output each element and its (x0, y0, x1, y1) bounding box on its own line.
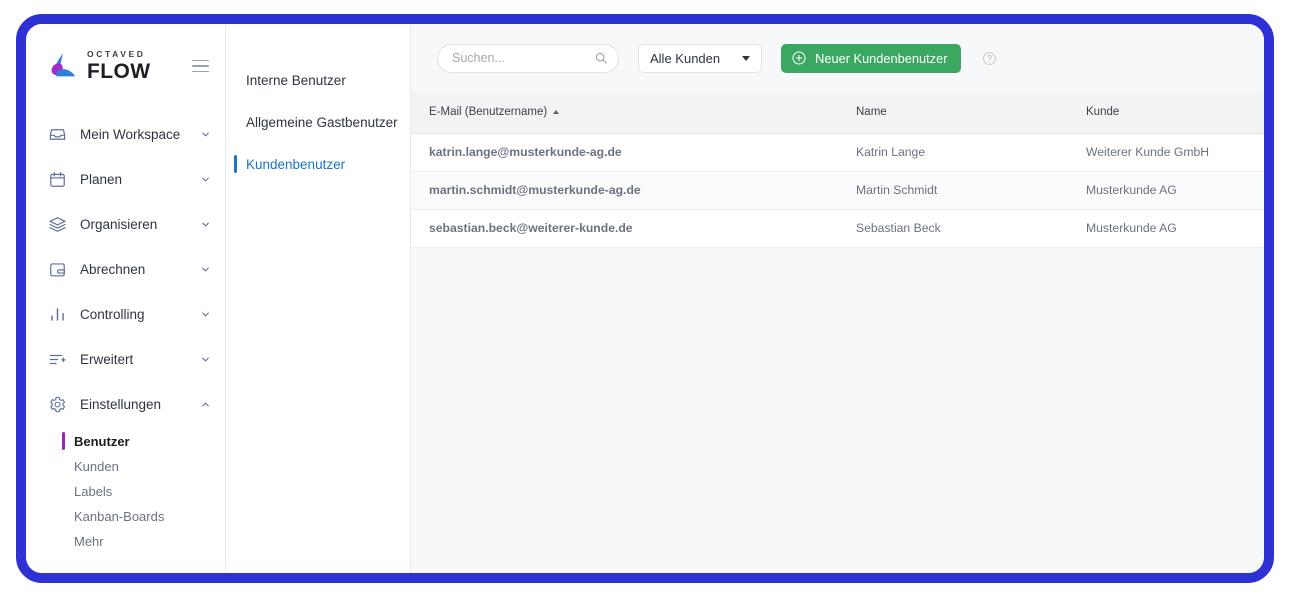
chevron-down-icon (742, 56, 750, 61)
sidebar-subitem-kunden[interactable]: Kunden (26, 454, 225, 479)
sort-ascending-icon (553, 110, 559, 114)
cell-name: Katrin Lange (844, 133, 1074, 171)
column-header-email[interactable]: E-Mail (Benutzername) (411, 92, 844, 133)
inbox-icon (48, 125, 67, 144)
sidebar-subitem-labels[interactable]: Labels (26, 479, 225, 504)
brand-row: OCTAVED FLOW (26, 24, 225, 108)
sidebar-subitem-mehr[interactable]: Mehr (26, 529, 225, 554)
sidebar-item-label: Erweitert (80, 352, 187, 367)
sidebar-nav: Mein Workspace Planen (26, 108, 225, 554)
chevron-up-icon[interactable] (200, 399, 211, 410)
sidebar-item-controlling[interactable]: Controlling (26, 292, 225, 337)
sidebar-subitem-label: Kunden (74, 459, 119, 474)
cell-email: martin.schmidt@musterkunde-ag.de (411, 171, 844, 209)
chevron-down-icon[interactable] (200, 129, 211, 140)
cell-email: katrin.lange@musterkunde-ag.de (411, 133, 844, 171)
hamburger-menu-icon[interactable] (190, 56, 211, 77)
layers-icon (48, 215, 67, 234)
main-content: Alle Kunden Neuer Kundenbenutzer (411, 24, 1264, 573)
brand-logo-group[interactable]: OCTAVED FLOW (48, 50, 150, 82)
table-row[interactable]: sebastian.beck@weiterer-kunde.de Sebasti… (411, 209, 1264, 247)
search-icon[interactable] (594, 51, 608, 65)
cell-email: sebastian.beck@weiterer-kunde.de (411, 209, 844, 247)
cell-name: Martin Schmidt (844, 171, 1074, 209)
column-header-name-label: Name (856, 106, 887, 118)
sidebar-item-label: Controlling (80, 307, 187, 322)
secondary-nav-column: Interne Benutzer Allgemeine Gastbenutzer… (226, 24, 411, 573)
list-plus-icon (48, 350, 67, 369)
sidebar-subitem-label: Labels (74, 484, 112, 499)
cell-kunde: Weiterer Kunde GmbH (1074, 133, 1264, 171)
bar-chart-icon (48, 305, 67, 324)
table-row[interactable]: martin.schmidt@musterkunde-ag.de Martin … (411, 171, 1264, 209)
sidebar-item-erweitert[interactable]: Erweitert (26, 337, 225, 382)
subnav-item-label: Interne Benutzer (246, 73, 346, 88)
kunden-filter-label: Alle Kunden (650, 51, 720, 66)
sidebar-item-label: Organisieren (80, 217, 187, 232)
table-header: E-Mail (Benutzername) Name (411, 92, 1264, 133)
sidebar-item-abrechnen[interactable]: Abrechnen (26, 247, 225, 292)
brand-text: OCTAVED FLOW (87, 50, 150, 82)
hamburger-line (192, 60, 209, 62)
wallet-icon (48, 260, 67, 279)
sidebar-subitem-benutzer[interactable]: Benutzer (26, 429, 225, 454)
users-table: E-Mail (Benutzername) Name (411, 92, 1264, 248)
sidebar-item-label: Einstellungen (80, 397, 187, 412)
brand-bottom-text: FLOW (87, 61, 150, 82)
table-header-row: E-Mail (Benutzername) Name (411, 92, 1264, 133)
subnav-item-interne-benutzer[interactable]: Interne Benutzer (226, 64, 410, 96)
search-input[interactable] (452, 51, 588, 65)
sidebar-subitem-kanban-boards[interactable]: Kanban-Boards (26, 504, 225, 529)
chevron-down-icon[interactable] (200, 264, 211, 275)
calendar-icon (48, 170, 67, 189)
sidebar-item-organisieren[interactable]: Organisieren (26, 202, 225, 247)
subnav-item-label: Allgemeine Gastbenutzer (246, 115, 398, 130)
sidebar-item-label: Abrechnen (80, 262, 187, 277)
hamburger-line (192, 71, 209, 73)
subnav-item-kundenbenutzer[interactable]: Kundenbenutzer (226, 148, 410, 180)
chevron-down-icon[interactable] (200, 174, 211, 185)
sidebar-subitem-label: Benutzer (74, 434, 130, 449)
hamburger-line (192, 65, 209, 67)
subnav-item-label: Kundenbenutzer (246, 157, 345, 172)
chevron-down-icon[interactable] (200, 309, 211, 320)
brand-top-text: OCTAVED (87, 50, 150, 59)
cell-kunde: Musterkunde AG (1074, 171, 1264, 209)
octaved-flow-logo-icon (48, 51, 78, 81)
sidebar-item-label: Mein Workspace (80, 127, 187, 142)
cell-kunde: Musterkunde AG (1074, 209, 1264, 247)
toolbar: Alle Kunden Neuer Kundenbenutzer (411, 24, 1264, 92)
recording-frame: OCTAVED FLOW Mein W (16, 14, 1274, 583)
plus-circle-icon (791, 50, 807, 66)
gear-icon (48, 395, 67, 414)
column-header-kunde-label: Kunde (1086, 106, 1119, 118)
primary-sidebar: OCTAVED FLOW Mein W (26, 24, 226, 573)
sidebar-subitem-label: Mehr (74, 534, 104, 549)
search-box[interactable] (437, 44, 619, 73)
sidebar-item-planen[interactable]: Planen (26, 157, 225, 202)
column-header-email-label: E-Mail (Benutzername) (429, 106, 547, 118)
sidebar-item-mein-workspace[interactable]: Mein Workspace (26, 112, 225, 157)
app-window: OCTAVED FLOW Mein W (26, 24, 1264, 573)
cell-name: Sebastian Beck (844, 209, 1074, 247)
new-customer-user-button[interactable]: Neuer Kundenbenutzer (781, 44, 961, 73)
subnav-item-allgemeine-gastbenutzer[interactable]: Allgemeine Gastbenutzer (226, 106, 410, 138)
sidebar-item-label: Planen (80, 172, 187, 187)
new-customer-user-label: Neuer Kundenbenutzer (815, 51, 947, 66)
kunden-filter-dropdown[interactable]: Alle Kunden (638, 44, 762, 73)
chevron-down-icon[interactable] (200, 354, 211, 365)
settings-subnav: Benutzer Kunden Labels Kanban-Boards Meh… (26, 427, 225, 554)
column-header-name[interactable]: Name (844, 92, 1074, 133)
column-header-kunde[interactable]: Kunde (1074, 92, 1264, 133)
sidebar-item-einstellungen[interactable]: Einstellungen (26, 382, 225, 427)
chevron-down-icon[interactable] (200, 219, 211, 230)
table-row[interactable]: katrin.lange@musterkunde-ag.de Katrin La… (411, 133, 1264, 171)
help-circle-icon[interactable] (982, 51, 997, 66)
table-body: katrin.lange@musterkunde-ag.de Katrin La… (411, 133, 1264, 247)
users-table-container: E-Mail (Benutzername) Name (411, 92, 1264, 573)
sidebar-subitem-label: Kanban-Boards (74, 509, 164, 524)
